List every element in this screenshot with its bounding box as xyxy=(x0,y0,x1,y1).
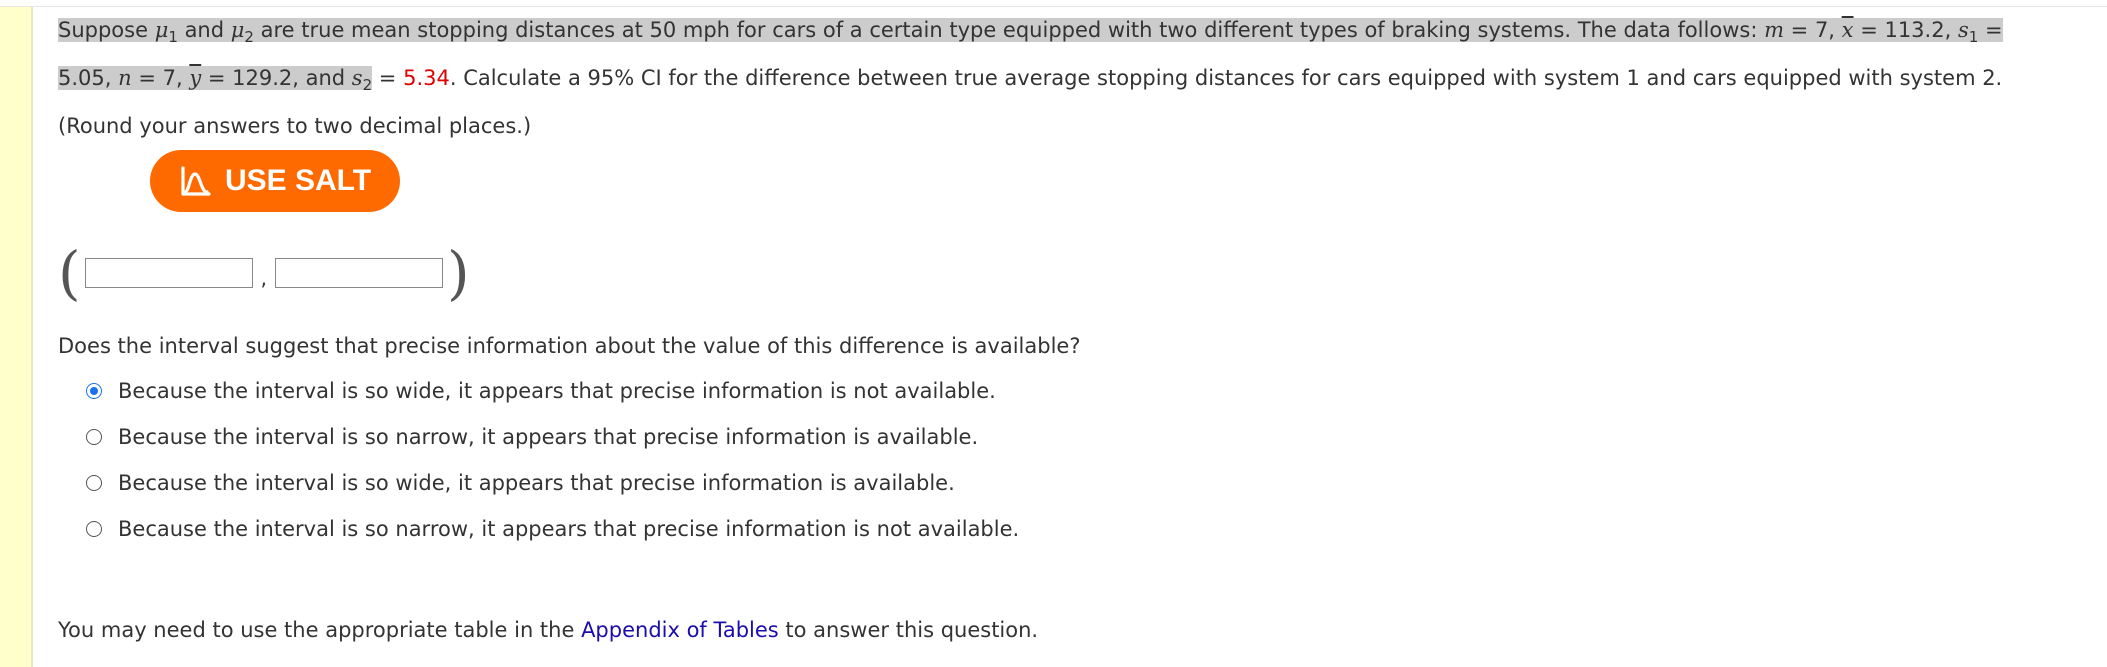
option-2[interactable]: Because the interval is so narrow, it ap… xyxy=(86,414,1019,460)
confidence-interval-row: ( , ) xyxy=(58,244,470,302)
s2-value: 5.34 xyxy=(403,66,450,91)
salt-logo-icon xyxy=(181,166,211,196)
m-symbol: m xyxy=(1764,18,1784,42)
ci-lower-input[interactable] xyxy=(84,258,253,288)
n-value: = 7, xyxy=(131,66,190,91)
option-3[interactable]: Because the interval is so wide, it appe… xyxy=(86,460,1019,506)
radio-button-3[interactable] xyxy=(86,475,102,491)
ybar-symbol: y xyxy=(189,66,202,91)
footer-note: You may need to use the appropriate tabl… xyxy=(58,618,1038,642)
close-paren: ) xyxy=(447,239,470,307)
option-3-label[interactable]: Because the interval is so wide, it appe… xyxy=(118,471,955,495)
top-rule xyxy=(0,0,2107,7)
s2-subscript: 2 xyxy=(362,76,373,95)
text-and: and xyxy=(177,18,231,42)
mu2-symbol: μ xyxy=(230,18,245,42)
xbar-symbol: x xyxy=(1841,18,1854,42)
answer-options: Because the interval is so wide, it appe… xyxy=(86,368,1019,552)
radio-button-2[interactable] xyxy=(86,429,102,445)
footer-text-after: to answer this question. xyxy=(778,618,1039,642)
ci-comma: , xyxy=(260,266,267,290)
text-description: are true mean stopping distances at 50 m… xyxy=(253,18,1765,42)
mu2-subscript: 2 xyxy=(244,28,254,47)
s2-equals: = xyxy=(372,66,404,91)
mu1-symbol: μ xyxy=(154,18,169,42)
problem-statement: Suppose μ1 and μ2 are true mean stopping… xyxy=(58,10,2018,147)
mu1-subscript: 1 xyxy=(168,28,178,47)
option-2-label[interactable]: Because the interval is so narrow, it ap… xyxy=(118,425,978,449)
left-margin-bar xyxy=(0,7,33,667)
use-salt-button[interactable]: USE SALT xyxy=(150,150,400,212)
option-1-label[interactable]: Because the interval is so wide, it appe… xyxy=(118,379,996,403)
s1-subscript: 1 xyxy=(1968,28,1979,47)
s1-symbol: s xyxy=(1957,18,1969,42)
s2-symbol: s xyxy=(351,66,363,91)
radio-button-1[interactable] xyxy=(86,383,102,399)
n-symbol: n xyxy=(118,66,132,91)
open-paren: ( xyxy=(58,239,81,307)
ci-upper-input[interactable] xyxy=(275,258,443,288)
xbar-value: = 113.2, xyxy=(1853,18,1952,42)
m-value: = 7, xyxy=(1784,18,1842,42)
radio-button-4[interactable] xyxy=(86,521,102,537)
use-salt-label: USE SALT xyxy=(224,164,372,197)
option-1[interactable]: Because the interval is so wide, it appe… xyxy=(86,368,1019,414)
question-text: Does the interval suggest that precise i… xyxy=(58,334,1081,358)
option-4[interactable]: Because the interval is so narrow, it ap… xyxy=(86,506,1019,552)
ybar-value: = 129.2, and xyxy=(201,66,352,91)
footer-text-before: You may need to use the appropriate tabl… xyxy=(58,618,582,642)
option-4-label[interactable]: Because the interval is so narrow, it ap… xyxy=(118,517,1019,541)
appendix-tables-link[interactable]: Appendix of Tables xyxy=(581,618,779,642)
salt-button-wrapper: USE SALT xyxy=(150,150,400,212)
text-suppose: Suppose xyxy=(58,18,155,42)
